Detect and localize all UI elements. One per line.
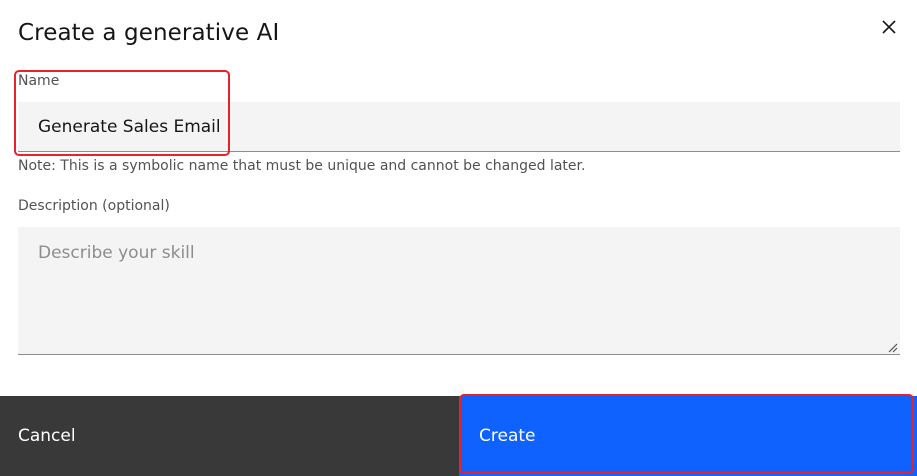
- dialog-footer: Cancel Create: [0, 396, 917, 476]
- name-label: Name: [18, 73, 60, 89]
- close-icon: [882, 20, 896, 34]
- name-input[interactable]: [18, 102, 900, 152]
- name-note: Note: This is a symbolic name that must …: [18, 158, 586, 174]
- close-button[interactable]: [874, 12, 904, 42]
- description-textarea[interactable]: [18, 227, 900, 355]
- resize-grip-icon[interactable]: [886, 341, 898, 353]
- cancel-button[interactable]: Cancel: [0, 396, 459, 476]
- dialog-title: Create a generative AI: [18, 20, 280, 46]
- create-button[interactable]: Create: [459, 396, 917, 476]
- create-generative-ai-dialog: Create a generative AI Name Note: This i…: [0, 0, 917, 476]
- description-label: Description (optional): [18, 198, 170, 214]
